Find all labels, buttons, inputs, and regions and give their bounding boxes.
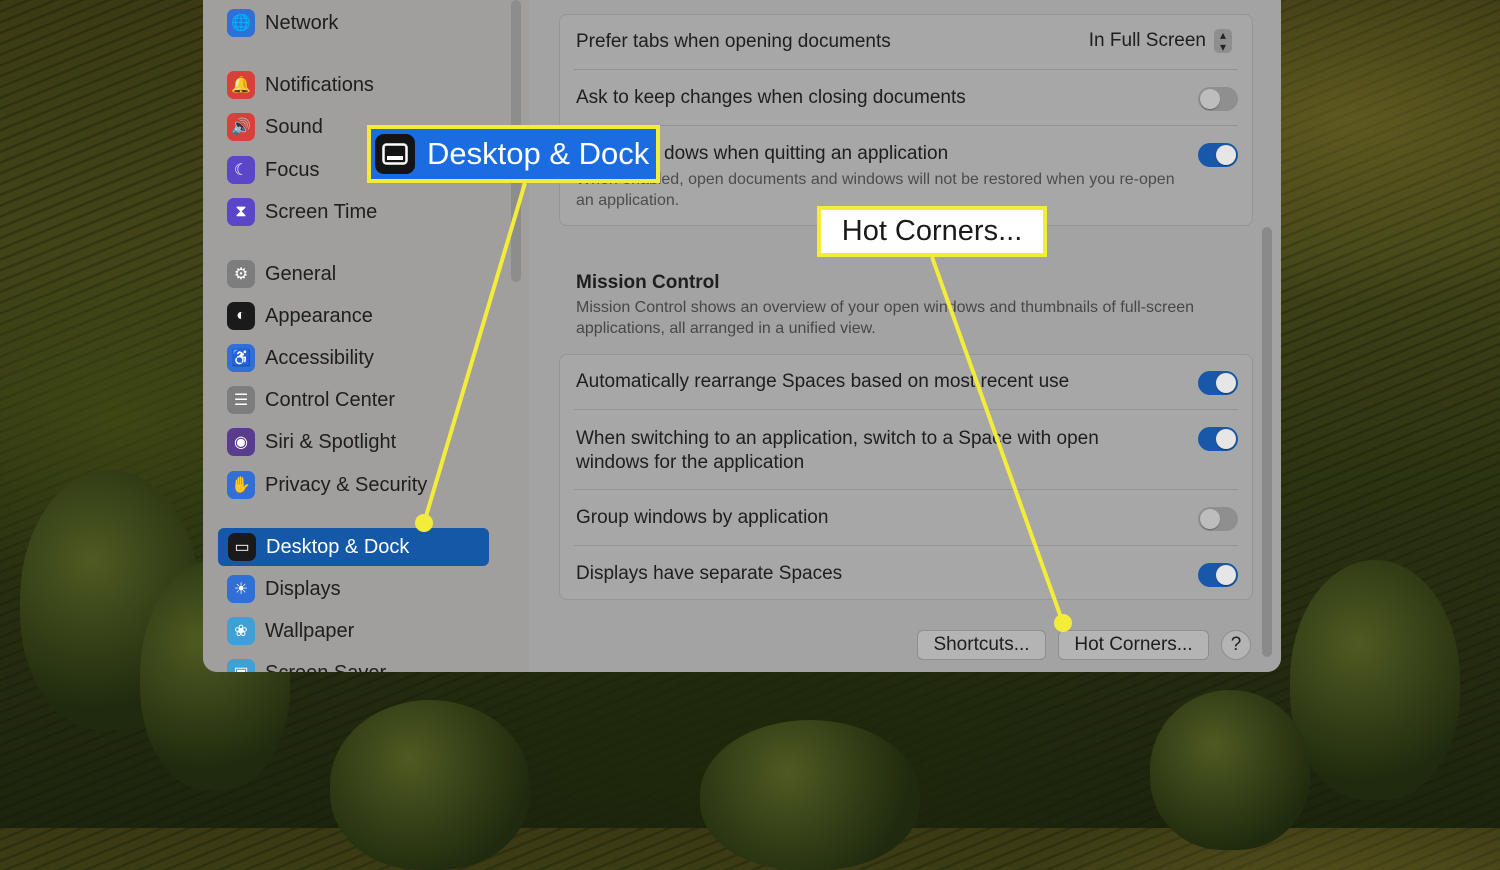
auto-rearrange-label: Automatically rearrange Spaces based on … (576, 371, 1070, 392)
close-windows-label: dows when quitting an application (664, 143, 949, 164)
auto-rearrange-row: Automatically rearrange Spaces based on … (576, 371, 1236, 393)
main-content: Prefer tabs when opening documents In Fu… (529, 0, 1281, 672)
mission-control-title: Mission Control (576, 272, 720, 293)
close-windows-row: dows when quitting an application When e… (576, 143, 1236, 211)
sidebar-item-label: Focus (265, 158, 320, 181)
hourglass-icon: ⧗ (227, 198, 255, 226)
hot-corners-callout: Hot Corners... (817, 206, 1047, 257)
desktop-dock-callout-label: Desktop & Dock (427, 136, 650, 171)
sidebar-item-label: Control Center (265, 388, 396, 411)
siri-icon: ◉ (227, 428, 255, 456)
ask-keep-changes-label: Ask to keep changes when closing documen… (576, 87, 966, 108)
sun-icon: ☀ (227, 575, 255, 603)
prefer-tabs-value: In Full Screen (1088, 30, 1206, 51)
sidebar-item-displays[interactable]: ☀ Displays (227, 570, 341, 608)
shortcuts-button[interactable]: Shortcuts... (917, 630, 1046, 660)
divider (574, 69, 1238, 70)
mission-control-description: Mission Control shows an overview of you… (576, 299, 1195, 337)
desktop-dock-callout: Desktop & Dock (367, 125, 660, 183)
main-scrollbar[interactable] (1262, 227, 1272, 657)
group-windows-toggle[interactable] (1198, 507, 1238, 531)
sidebar-item-screen-saver[interactable]: ▣ Screen Saver (227, 654, 386, 672)
bell-icon: 🔔 (227, 71, 255, 99)
dock-icon: ▭ (228, 533, 256, 561)
gear-icon: ⚙ (227, 260, 255, 288)
divider (574, 409, 1238, 410)
sidebar-item-general[interactable]: ⚙ General (227, 255, 336, 293)
auto-rearrange-toggle[interactable] (1198, 371, 1238, 395)
prefer-tabs-label: Prefer tabs when opening documents (576, 31, 891, 52)
sidebar-item-notifications[interactable]: 🔔 Notifications (227, 66, 374, 104)
sidebar-item-label: Sound (265, 115, 323, 138)
group-windows-row: Group windows by application (576, 507, 1236, 529)
sidebar-item-network[interactable]: 🌐 Network (227, 4, 338, 42)
sidebar-item-label: Privacy & Security (265, 473, 428, 496)
sidebar-item-siri-spotlight[interactable]: ◉ Siri & Spotlight (227, 423, 396, 461)
hot-corners-button[interactable]: Hot Corners... (1058, 630, 1209, 660)
prefer-tabs-select[interactable]: In Full Screen ▴ ▾ (1089, 29, 1232, 53)
sidebar-item-privacy-security[interactable]: ✋ Privacy & Security (227, 466, 427, 504)
group-windows-label: Group windows by application (576, 507, 829, 528)
switch-space-label: When switching to an application, switch… (576, 428, 1099, 473)
ask-keep-changes-toggle[interactable] (1198, 87, 1238, 111)
system-settings-window: 🌐 Network 🔔 Notifications 🔊 Sound ☾ Focus ⧗ Scree… (203, 0, 1281, 672)
sidebar-item-focus[interactable]: ☾ Focus (227, 151, 319, 189)
flower-icon: ❀ (227, 617, 255, 645)
sidebar-item-label: Appearance (265, 304, 373, 327)
help-button[interactable]: ? (1221, 630, 1251, 660)
separate-spaces-label: Displays have separate Spaces (576, 563, 843, 584)
speaker-icon: 🔊 (227, 113, 255, 141)
sidebar-item-label: Screen Saver (265, 662, 386, 673)
sidebar-item-label: Desktop & Dock (266, 535, 410, 558)
switch-space-toggle[interactable] (1198, 427, 1238, 451)
windows-settings-panel: Prefer tabs when opening documents In Fu… (559, 14, 1253, 226)
sidebar-item-label: Network (265, 11, 339, 34)
sidebar-item-control-center[interactable]: ☰ Control Center (227, 381, 395, 419)
sidebar-item-label: Siri & Spotlight (265, 430, 397, 453)
accessibility-icon: ♿ (227, 344, 255, 372)
ask-keep-changes-row: Ask to keep changes when closing documen… (576, 87, 1236, 109)
divider (574, 489, 1238, 490)
close-windows-description: When enabled, open documents and windows… (576, 171, 1175, 209)
sidebar-item-screen-time[interactable]: ⧗ Screen Time (227, 193, 377, 231)
dock-icon (375, 134, 415, 174)
globe-icon: 🌐 (227, 9, 255, 37)
control-center-icon: ☰ (227, 386, 255, 414)
sidebar-item-desktop-dock[interactable]: ▭ Desktop & Dock (218, 528, 489, 566)
divider (574, 545, 1238, 546)
sidebar-item-label: General (265, 262, 337, 285)
sidebar-item-appearance[interactable]: ◐ Appearance (227, 297, 373, 335)
mission-control-panel: Automatically rearrange Spaces based on … (559, 354, 1253, 600)
sidebar-item-accessibility[interactable]: ♿ Accessibility (227, 339, 374, 377)
sidebar-item-label: Displays (265, 577, 341, 600)
switch-space-row: When switching to an application, switch… (576, 427, 1156, 475)
sidebar: 🌐 Network 🔔 Notifications 🔊 Sound ☾ Focus ⧗ Scree… (203, 0, 530, 672)
divider (574, 125, 1238, 126)
sidebar-item-label: Notifications (265, 73, 374, 96)
sidebar-item-label: Screen Time (265, 200, 378, 223)
sidebar-item-label: Accessibility (265, 346, 374, 369)
close-windows-toggle[interactable] (1198, 143, 1238, 167)
sidebar-item-sound[interactable]: 🔊 Sound (227, 108, 323, 146)
separate-spaces-row: Displays have separate Spaces (576, 563, 1236, 585)
sidebar-item-label: Wallpaper (265, 619, 355, 642)
appearance-icon: ◐ (227, 302, 255, 330)
chevron-up-down-icon: ▴ ▾ (1214, 29, 1232, 53)
screen-saver-icon: ▣ (227, 659, 255, 672)
separate-spaces-toggle[interactable] (1198, 563, 1238, 587)
moon-icon: ☾ (227, 156, 255, 184)
hand-icon: ✋ (227, 471, 255, 499)
sidebar-item-wallpaper[interactable]: ❀ Wallpaper (227, 612, 354, 650)
